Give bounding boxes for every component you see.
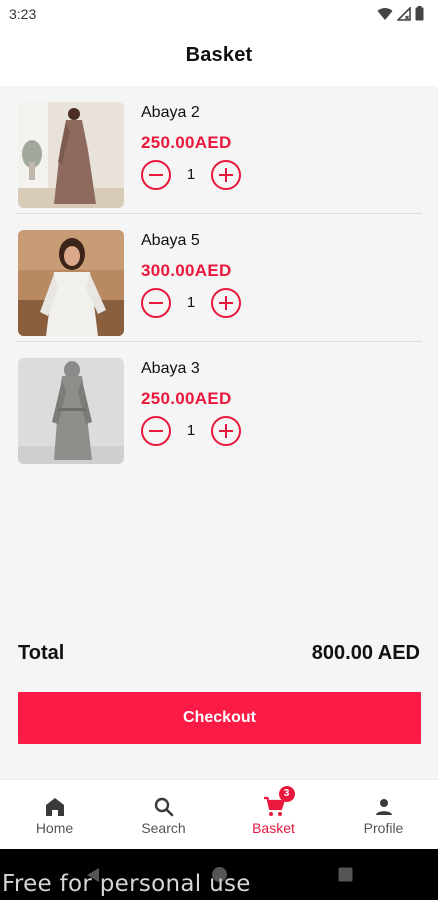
- quantity-stepper: 1: [141, 160, 245, 190]
- item-name: Abaya 2: [141, 104, 200, 121]
- checkout-button[interactable]: Checkout: [18, 692, 421, 744]
- item-price: 250.00AED: [141, 133, 232, 152]
- increase-quantity-button[interactable]: [211, 160, 241, 190]
- cart-count-badge: 3: [278, 786, 295, 802]
- increase-quantity-button[interactable]: [211, 288, 241, 318]
- decrease-quantity-button[interactable]: [141, 416, 171, 446]
- battery-icon: [415, 6, 424, 21]
- product-image[interactable]: [18, 358, 124, 464]
- item-name: Abaya 3: [141, 360, 200, 377]
- total-value: 800.00 AED: [311, 642, 420, 664]
- nav-item-profile[interactable]: Profile: [329, 780, 438, 850]
- status-bar: 3:23: [0, 0, 438, 28]
- decrease-quantity-button[interactable]: [141, 288, 171, 318]
- bottom-nav: Home Search 3 Basket Profile: [0, 779, 438, 849]
- nav-label: Search: [141, 820, 186, 836]
- search-icon: [154, 797, 173, 817]
- basket-content: Abaya 2 250.00AED 1 Abaya 5 300.00AED 1 …: [0, 86, 438, 779]
- total-row: Total 800.00 AED: [18, 642, 420, 668]
- watermark-text: Free for personal use: [2, 871, 251, 897]
- recents-icon[interactable]: [338, 867, 353, 882]
- quantity-stepper: 1: [141, 416, 245, 446]
- nav-item-basket[interactable]: 3 Basket: [219, 780, 328, 850]
- person-icon: [375, 799, 392, 815]
- quantity-value: 1: [186, 294, 196, 311]
- increase-quantity-button[interactable]: [211, 416, 241, 446]
- page-title: Basket: [185, 44, 253, 66]
- decrease-quantity-button[interactable]: [141, 160, 171, 190]
- status-icons: [377, 6, 424, 21]
- nav-item-home[interactable]: Home: [0, 780, 109, 850]
- item-name: Abaya 5: [141, 232, 200, 249]
- nav-label: Home: [35, 820, 74, 836]
- system-nav-bar: Free for personal use: [0, 849, 438, 900]
- nav-label: Profile: [363, 820, 404, 836]
- cart-item: Abaya 2 250.00AED 1: [0, 86, 438, 214]
- quantity-stepper: 1: [141, 288, 245, 318]
- signal-icon: [397, 6, 411, 21]
- home-icon: [45, 798, 64, 816]
- product-image[interactable]: [18, 102, 124, 208]
- status-time: 3:23: [9, 6, 37, 22]
- nav-label: Basket: [252, 820, 295, 836]
- item-price: 250.00AED: [141, 389, 232, 408]
- product-image[interactable]: [18, 230, 124, 336]
- wifi-icon: [377, 7, 393, 20]
- cart-item: Abaya 3 250.00AED 1: [0, 342, 438, 470]
- item-price: 300.00AED: [141, 261, 232, 280]
- quantity-value: 1: [186, 166, 196, 183]
- cart-item: Abaya 5 300.00AED 1: [0, 214, 438, 342]
- nav-item-search[interactable]: Search: [109, 780, 218, 850]
- app-header: Basket: [0, 28, 438, 86]
- total-label: Total: [18, 642, 65, 664]
- quantity-value: 1: [186, 422, 196, 439]
- cart-icon-wrapper: 3: [262, 786, 295, 819]
